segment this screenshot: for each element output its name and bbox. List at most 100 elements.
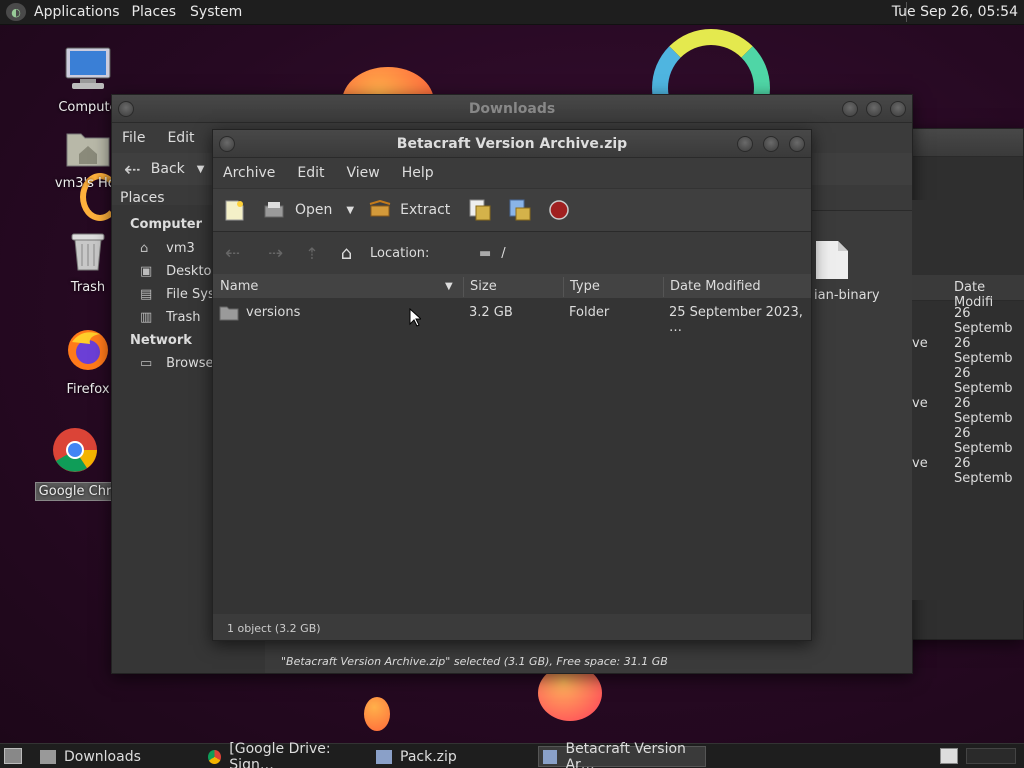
desktop-icon-chrome[interactable]: Google Chr	[35, 426, 115, 501]
wallpaper-small-blob	[364, 697, 390, 731]
menu-archive[interactable]: Archive	[223, 165, 275, 181]
network-icon: ▭	[140, 356, 153, 371]
bottom-taskbar: Downloads [Google Drive: Sign… Pack.zip …	[0, 741, 1024, 768]
computer-icon	[65, 47, 111, 89]
home-icon[interactable]: ⌂	[341, 243, 352, 264]
sidebar-header-network: Network	[130, 333, 192, 348]
file-list: versions 3.2 GB Folder 25 September 2023…	[213, 298, 811, 614]
archive-window: Betacraft Version Archive.zip Archive Ed…	[212, 129, 812, 641]
close-button[interactable]	[789, 136, 805, 152]
column-type[interactable]: Type	[570, 279, 600, 294]
trash-icon: ▥	[140, 310, 153, 325]
chrome-icon	[208, 749, 222, 764]
trash-icon	[71, 233, 105, 271]
top-panel: ◐ Applications Places System Tue Sep 26,…	[0, 0, 1024, 25]
chrome-icon	[53, 428, 97, 472]
menu-view[interactable]: View	[347, 165, 380, 181]
column-divider[interactable]	[463, 277, 464, 297]
minimize-button[interactable]	[842, 101, 858, 117]
downloads-titlebar[interactable]: Downloads	[112, 95, 912, 123]
extract-icon[interactable]	[368, 200, 392, 220]
home-icon: ⌂	[140, 241, 149, 256]
column-size[interactable]: Size	[470, 279, 497, 294]
panel-clock[interactable]: Tue Sep 26, 05:54	[892, 4, 1018, 20]
extract-button[interactable]: Extract	[400, 202, 450, 218]
downloads-title: Downloads	[468, 101, 556, 117]
column-header-row: Name ▼ Size Type Date Modified	[213, 274, 811, 300]
background-window-titlebar	[901, 129, 1023, 157]
back-arrow-icon[interactable]: ⇠	[124, 157, 141, 181]
column-divider[interactable]	[663, 277, 664, 297]
background-window-content: Date Modifi ve ve ve 26 Septemb 26 Septe…	[912, 200, 1024, 600]
system-menu[interactable]: System	[190, 4, 242, 20]
taskbar-item-betacraft[interactable]: Betacraft Version Ar…	[538, 741, 706, 768]
archive-titlebar[interactable]: Betacraft Version Archive.zip	[213, 130, 811, 158]
taskbar-item-label: Downloads	[64, 748, 141, 765]
taskbar-item-label: Betacraft Version Ar…	[565, 740, 686, 768]
folder-icon	[40, 749, 56, 764]
close-button[interactable]	[890, 101, 906, 117]
location-label: Location:	[370, 245, 430, 261]
taskbar-item-downloads[interactable]: Downloads	[36, 746, 202, 767]
menu-edit[interactable]: Edit	[297, 165, 324, 181]
menu-file[interactable]: File	[122, 130, 145, 146]
taskbar-item-label: [Google Drive: Sign…	[229, 740, 331, 768]
location-field[interactable]: ▬ /	[469, 241, 805, 265]
sidebar-item-vm3[interactable]: ⌂ vm3	[140, 241, 195, 256]
open-archive-icon[interactable]	[263, 200, 285, 220]
archive-statusbar: 1 object (3.2 GB)	[213, 614, 811, 640]
back-button[interactable]: Back	[151, 161, 185, 177]
background-column-header: Date Modifi	[912, 275, 1024, 310]
table-row[interactable]: versions 3.2 GB Folder 25 September 2023…	[213, 298, 811, 335]
forward-arrow-icon[interactable]: ⇢	[268, 243, 283, 264]
taskbar-item-pack-zip[interactable]: Pack.zip	[372, 746, 532, 767]
maximize-button[interactable]	[763, 136, 779, 152]
file-type: Folder	[569, 305, 610, 320]
archive-title: Betacraft Version Archive.zip	[396, 136, 628, 152]
up-arrow-icon[interactable]: ⇡	[305, 244, 318, 263]
sidebar-item-trash[interactable]: ▥ Trash	[140, 310, 201, 325]
column-divider[interactable]	[563, 277, 564, 297]
workspace-switcher[interactable]	[966, 748, 1016, 764]
applications-menu[interactable]: Applications	[34, 4, 120, 20]
file-icon[interactable]	[812, 239, 852, 281]
menu-help[interactable]: Help	[402, 165, 434, 181]
sidebar-item-label: vm3	[166, 241, 195, 256]
type-fragment: ve	[912, 456, 928, 471]
places-menu[interactable]: Places	[132, 4, 177, 20]
firefox-icon	[68, 330, 108, 370]
drive-icon: ▤	[140, 287, 153, 302]
minimize-button[interactable]	[737, 136, 753, 152]
sort-descending-icon[interactable]: ▼	[445, 281, 453, 292]
open-dropdown-icon[interactable]: ▼	[346, 205, 354, 216]
taskbar-item-chrome[interactable]: [Google Drive: Sign…	[204, 741, 372, 768]
date-cell: 26 Septemb	[954, 336, 1013, 366]
stop-icon[interactable]	[548, 199, 570, 221]
workspace-switcher-icon[interactable]	[940, 748, 958, 764]
back-arrow-icon[interactable]: ⇠	[225, 243, 240, 264]
places-label[interactable]: Places	[120, 190, 165, 206]
add-files-icon[interactable]	[468, 198, 492, 222]
folder-icon: ▬	[479, 245, 492, 261]
back-dropdown-icon[interactable]: ▼	[197, 164, 205, 175]
file-label[interactable]: ian-binary	[814, 288, 880, 303]
gnome-foot-icon[interactable]: ◐	[6, 3, 26, 21]
show-desktop-icon[interactable]	[4, 748, 22, 764]
sidebar-item-browse-network[interactable]: ▭ Browse I	[140, 356, 221, 371]
file-size: 3.2 GB	[469, 305, 513, 320]
column-name[interactable]: Name	[220, 279, 258, 294]
archive-toolbar: Open ▼ Extract	[213, 188, 811, 232]
date-cell: 26 Septemb	[954, 306, 1013, 336]
sidebar-item-desktop[interactable]: ▣ Desktop	[140, 264, 220, 279]
sidebar-item-filesystem[interactable]: ▤ File Syst	[140, 287, 220, 302]
menu-edit[interactable]: Edit	[167, 130, 194, 146]
type-fragment: ve	[912, 396, 928, 411]
column-date-modified[interactable]: Date Modified	[670, 279, 761, 294]
desktop-icon: ▣	[140, 264, 153, 279]
folder-icon	[219, 306, 239, 321]
maximize-button[interactable]	[866, 101, 882, 117]
add-folder-icon[interactable]	[508, 198, 532, 222]
date-cell: 26 Septemb	[954, 396, 1013, 426]
open-button[interactable]: Open	[295, 202, 332, 218]
new-archive-icon[interactable]	[223, 199, 245, 221]
